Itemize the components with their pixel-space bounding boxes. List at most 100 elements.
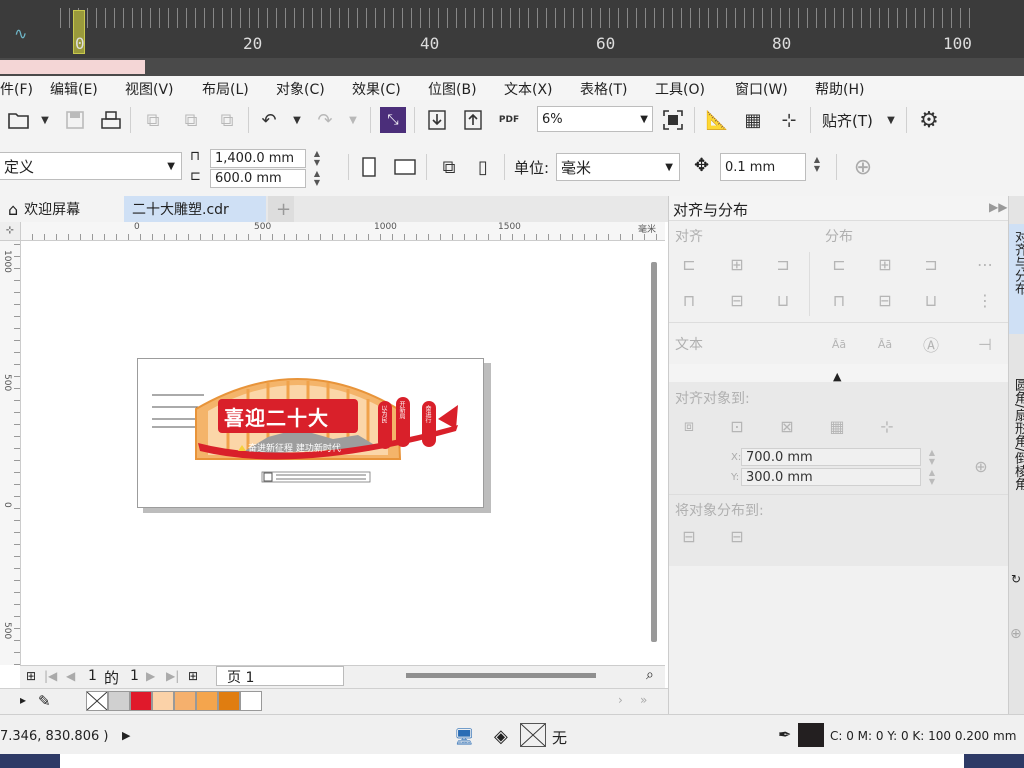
page-width-field[interactable]: 1,400.0 mm <box>210 149 306 168</box>
distribute-center-v-icon[interactable]: ⊟ <box>873 288 897 312</box>
save-icon[interactable] <box>62 107 88 133</box>
all-pages-icon[interactable]: ⧉ <box>436 154 462 180</box>
page-tab[interactable]: 页 1 <box>216 666 344 686</box>
nudge-distance-field[interactable]: 0.1 mm <box>720 153 806 181</box>
color-swatch[interactable] <box>108 691 130 711</box>
fill-none-swatch[interactable] <box>520 723 546 747</box>
vertical-ruler[interactable]: 1000 500 0 500 <box>0 240 21 665</box>
text-last-baseline-icon[interactable]: Āā <box>873 332 897 356</box>
page-height-field[interactable]: 600.0 mm <box>210 169 306 188</box>
horizontal-scrollbar[interactable] <box>406 673 596 678</box>
add-docker-icon[interactable]: ⊕ <box>1010 626 1022 642</box>
add-point-icon[interactable]: ⊕ <box>969 454 993 478</box>
add-page-before-icon[interactable]: ⊞ <box>26 669 36 683</box>
current-page-icon[interactable]: ▯ <box>470 154 496 180</box>
menu-help[interactable]: 帮助(H) <box>815 79 864 99</box>
document-page[interactable]: 喜迎二十大 奋进新征程 建功新时代 以为民 开新局 奋进行 <box>137 358 484 508</box>
menu-view[interactable]: 视图(V) <box>125 79 174 99</box>
menu-tools[interactable]: 工具(O) <box>655 79 705 99</box>
copy-icon[interactable]: ⧉ <box>178 107 204 133</box>
next-page-icon[interactable]: ▶ <box>146 669 155 683</box>
align-right-icon[interactable]: ⊐ <box>771 252 795 276</box>
grid-align-icon[interactable]: ▦ <box>825 414 849 438</box>
zoom-icon[interactable]: ⌕ <box>646 667 654 683</box>
align-center-v-icon[interactable]: ⊟ <box>725 288 749 312</box>
text-first-baseline-icon[interactable]: Āā <box>827 332 851 356</box>
distribute-spacing-v-icon[interactable]: ⋮ <box>973 288 997 312</box>
guidelines-icon[interactable]: ⊹ <box>776 107 802 133</box>
menu-layout[interactable]: 布局(L) <box>202 79 249 99</box>
x-coordinate-field[interactable]: 700.0 mm <box>741 448 921 466</box>
menu-window[interactable]: 窗口(W) <box>735 79 788 99</box>
distribute-right-icon[interactable]: ⊐ <box>919 252 943 276</box>
page-size-select[interactable]: 定义 ▼ <box>0 152 182 180</box>
gear-icon[interactable]: ⚙ <box>916 107 942 133</box>
color-swatch[interactable] <box>152 691 174 711</box>
fill-bucket-icon[interactable]: ◈ <box>494 726 508 747</box>
menu-file[interactable]: 件(F) <box>0 79 33 99</box>
distribute-left-icon[interactable]: ⊏ <box>827 252 851 276</box>
distribute-spacing-h-icon[interactable]: ⋯ <box>973 252 997 276</box>
align-left-icon[interactable]: ⊏ <box>677 252 701 276</box>
menu-edit[interactable]: 编辑(E) <box>50 79 98 99</box>
last-page-icon[interactable]: ▶| <box>166 669 179 683</box>
no-color-swatch[interactable] <box>86 691 108 711</box>
zoom-select[interactable]: 6% ▼ <box>537 106 653 132</box>
page-edge-icon[interactable]: ⊡ <box>725 414 749 438</box>
refresh-icon[interactable]: ↻ <box>1011 572 1021 586</box>
redo-icon[interactable]: ↷ <box>312 107 338 133</box>
eyedropper-icon[interactable]: ✎ <box>38 692 51 710</box>
color-swatch[interactable] <box>240 691 262 711</box>
corel-connect-icon[interactable]: ⤡ <box>380 107 406 133</box>
paste-icon[interactable]: ⧉ <box>214 107 240 133</box>
menu-effects[interactable]: 效果(C) <box>352 79 401 99</box>
specified-point-icon[interactable]: ⊹ <box>875 414 899 438</box>
palette-menu-icon[interactable]: ▸ <box>20 693 26 707</box>
palette-scroll-right-icon[interactable]: › <box>618 693 623 707</box>
palette-scroll-end-icon[interactable]: » <box>640 693 647 707</box>
align-top-icon[interactable]: ⊓ <box>677 288 701 312</box>
distribute-page-icon[interactable]: ⊟ <box>725 524 749 548</box>
color-proof-icon[interactable]: 🖥 <box>454 727 474 746</box>
menu-text[interactable]: 文本(X) <box>504 79 553 99</box>
vertical-scrollbar[interactable] <box>651 262 657 642</box>
height-spinner[interactable]: ▲ ▼ <box>310 169 324 187</box>
export-icon[interactable] <box>460 107 486 133</box>
snap-dropdown-icon[interactable]: ▼ <box>878 107 904 133</box>
outline-color-swatch[interactable] <box>798 723 824 747</box>
tab-document[interactable]: 二十大雕塑.cdr <box>124 196 266 222</box>
redo-dropdown-icon[interactable]: ▼ <box>340 107 366 133</box>
distribute-top-icon[interactable]: ⊓ <box>827 288 851 312</box>
rulers-icon[interactable]: 📐 <box>704 107 730 133</box>
prev-page-icon[interactable]: ◀ <box>66 669 75 683</box>
text-outline-icon[interactable]: ⊣ <box>973 332 997 356</box>
distribute-center-h-icon[interactable]: ⊞ <box>873 252 897 276</box>
pen-nib-icon[interactable]: ✒ <box>778 725 791 744</box>
undo-dropdown-icon[interactable]: ▼ <box>284 107 310 133</box>
status-expand-icon[interactable]: ▶ <box>122 729 130 742</box>
page-center-icon[interactable]: ⊠ <box>775 414 799 438</box>
pdf-export-icon[interactable]: PDF <box>496 107 522 133</box>
x-spinner[interactable]: ▲ ▼ <box>925 448 939 466</box>
cut-icon[interactable]: ⧉ <box>140 107 166 133</box>
y-coordinate-field[interactable]: 300.0 mm <box>741 468 921 486</box>
first-page-icon[interactable]: |◀ <box>44 669 57 683</box>
menu-object[interactable]: 对象(C) <box>276 79 325 99</box>
align-bottom-icon[interactable]: ⊔ <box>771 288 795 312</box>
artwork-graphic[interactable] <box>138 359 483 507</box>
color-swatch[interactable] <box>130 691 152 711</box>
y-spinner[interactable]: ▲ ▼ <box>925 468 939 486</box>
open-folder-icon[interactable] <box>6 107 32 133</box>
new-tab-button[interactable]: + <box>268 196 294 222</box>
open-dropdown-icon[interactable]: ▼ <box>32 107 58 133</box>
color-swatch[interactable] <box>218 691 240 711</box>
nudge-spinner[interactable]: ▲ ▼ <box>810 155 824 173</box>
collapse-docker-icon[interactable]: ▶▶ <box>989 200 1007 214</box>
distribute-selection-icon[interactable]: ⊟ <box>677 524 701 548</box>
width-spinner[interactable]: ▲ ▼ <box>310 149 324 167</box>
side-tab-fillet[interactable]: 圆角/扇形角/倒棱角 <box>1009 368 1024 568</box>
import-icon[interactable] <box>424 107 450 133</box>
distribute-bottom-icon[interactable]: ⊔ <box>919 288 943 312</box>
side-tab-align[interactable]: 对齐与分布 <box>1009 224 1024 334</box>
print-icon[interactable] <box>98 107 124 133</box>
